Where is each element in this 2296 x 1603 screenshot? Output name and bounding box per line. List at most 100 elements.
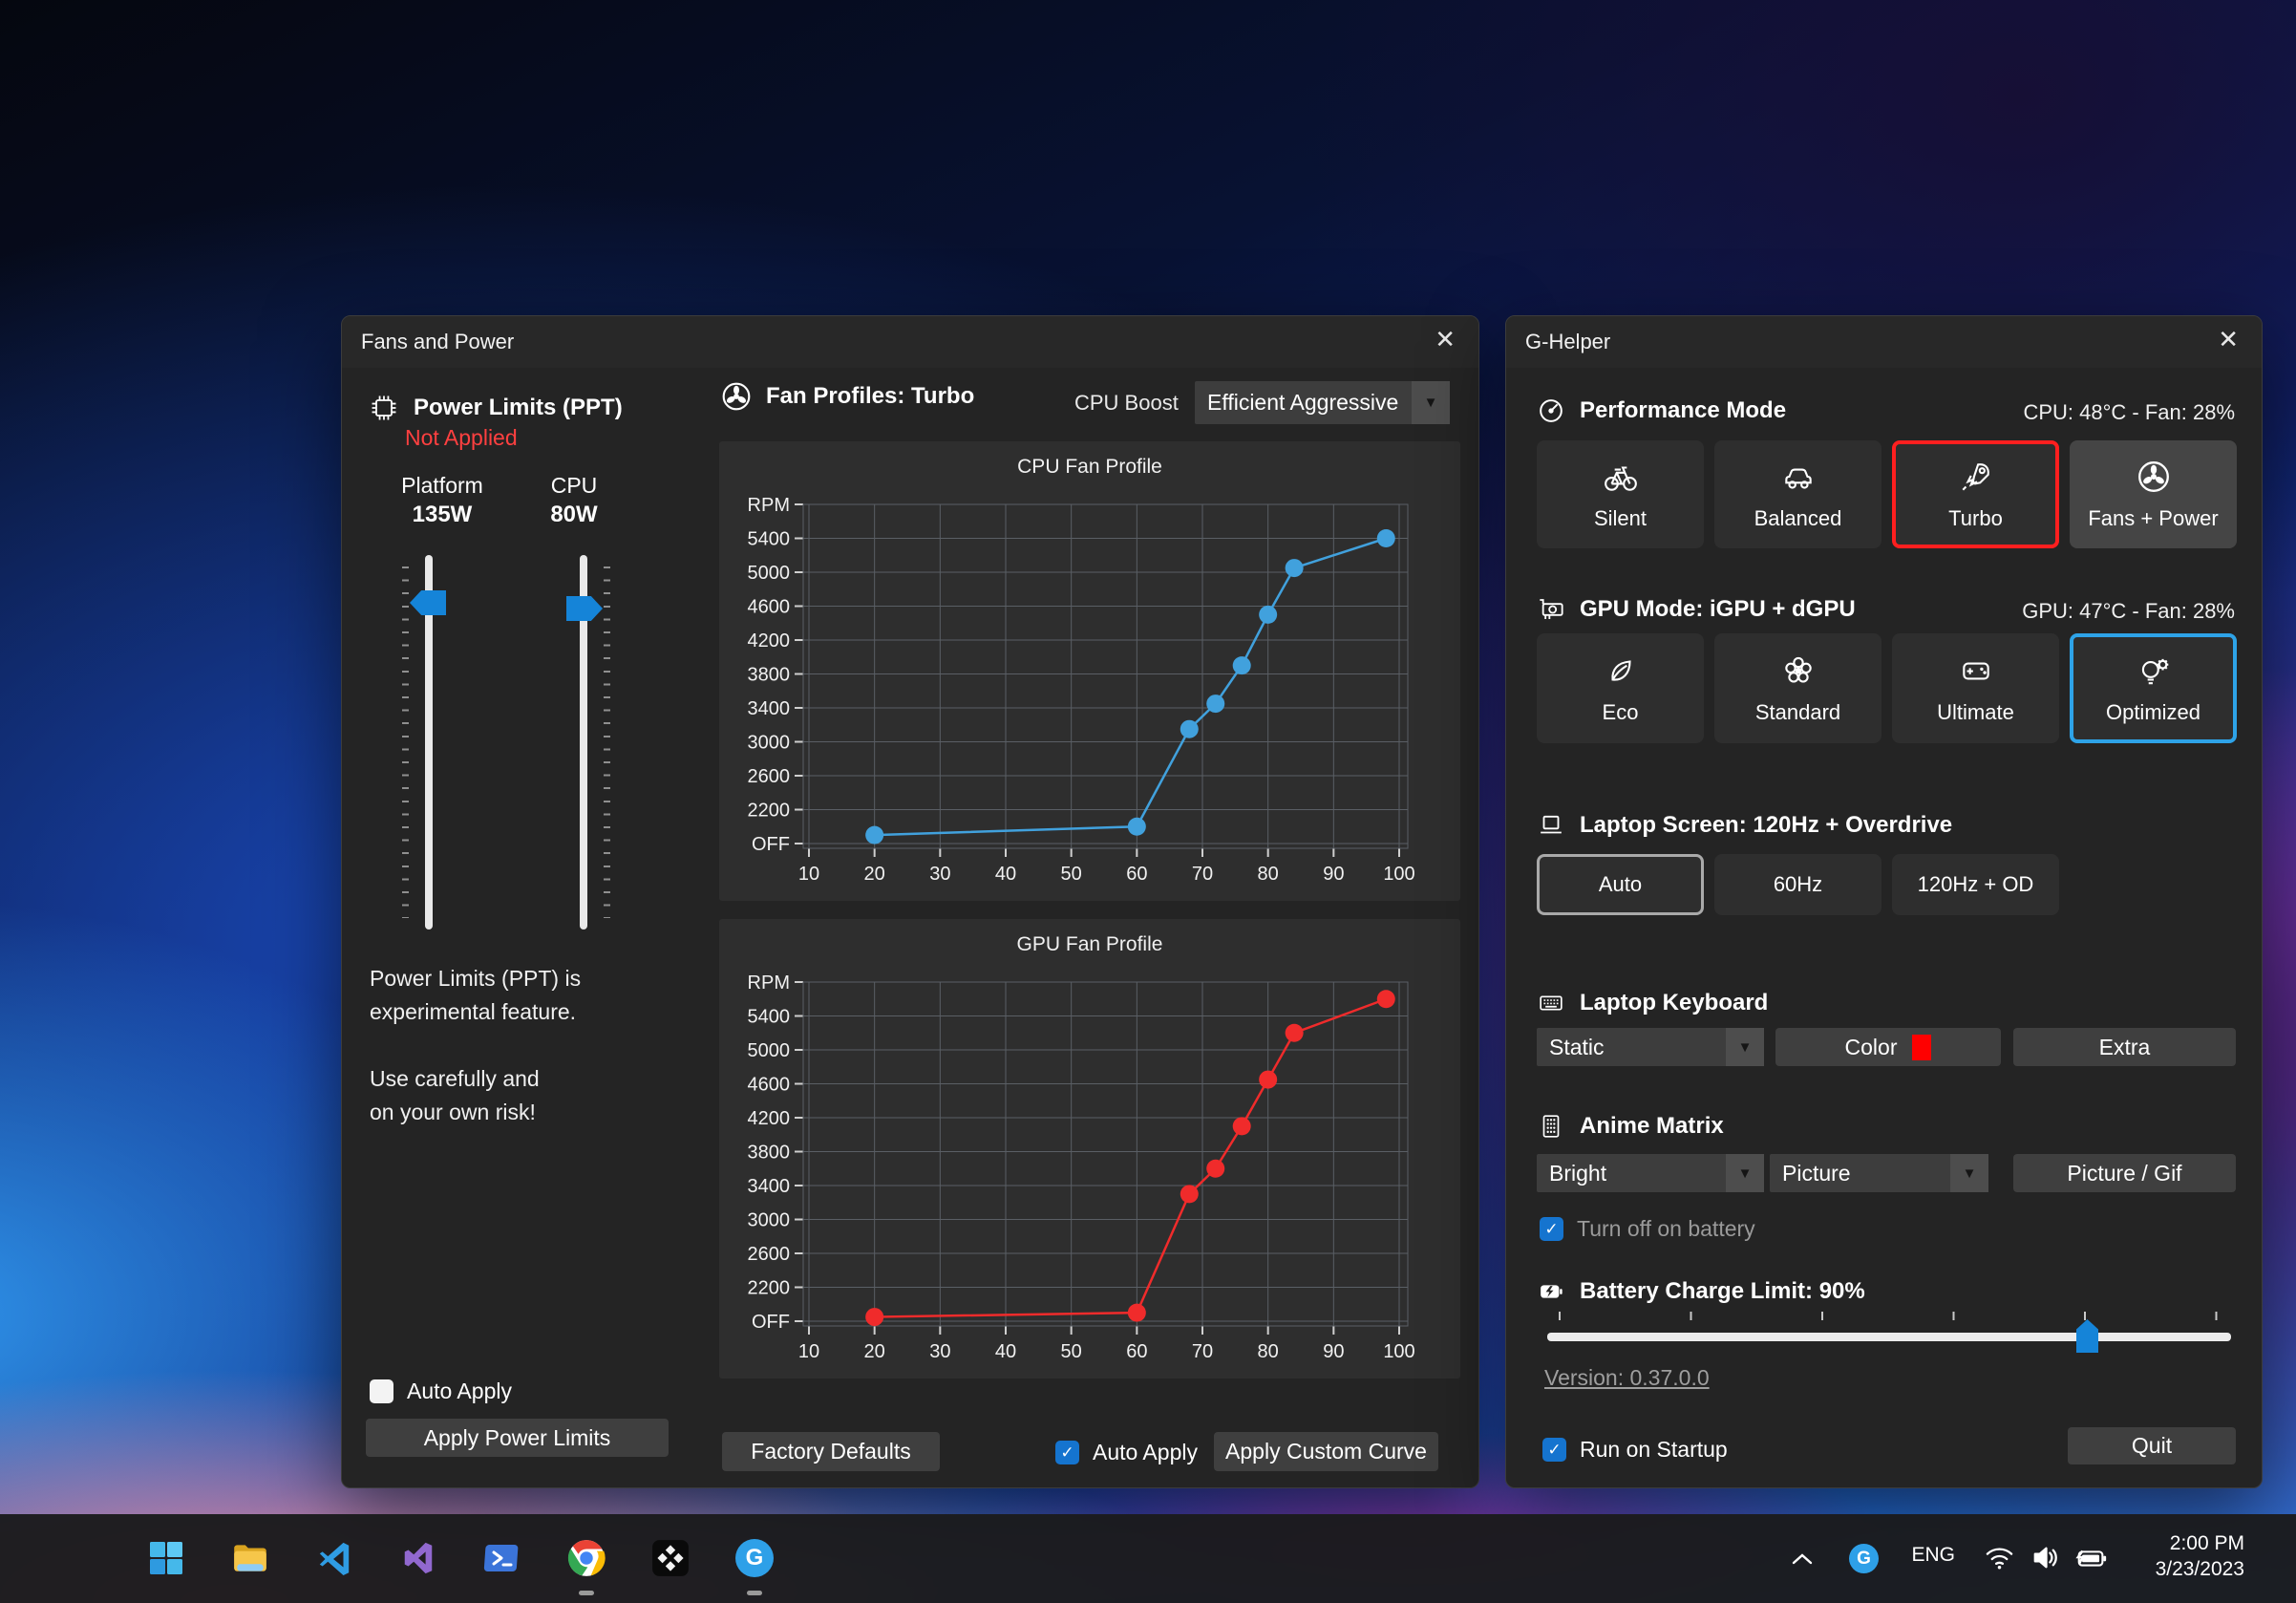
- gpu-label: Standard: [1755, 700, 1840, 725]
- matrix-running-dropdown[interactable]: Picture ▼: [1770, 1154, 1988, 1192]
- svg-text:OFF: OFF: [752, 1312, 790, 1333]
- close-icon[interactable]: ✕: [1435, 327, 1456, 352]
- power-limits-note: Power Limits (PPT) is experimental featu…: [370, 962, 581, 1129]
- matrix-brightness-value: Bright: [1549, 1161, 1606, 1186]
- language-indicator[interactable]: ENG: [1911, 1544, 1955, 1567]
- keyboard-color-button[interactable]: Color: [1775, 1028, 2001, 1066]
- svg-text:OFF: OFF: [752, 834, 790, 855]
- tray-chevron-up-icon[interactable]: [1786, 1543, 1818, 1575]
- chevron-down-icon[interactable]: ▼: [1950, 1154, 1988, 1192]
- power-limits-title: Power Limits (PPT): [414, 395, 623, 421]
- tidal-icon: [650, 1538, 691, 1578]
- platform-label: Platform: [380, 473, 504, 499]
- close-icon[interactable]: ✕: [2218, 327, 2239, 352]
- file-explorer-button[interactable]: [229, 1537, 271, 1579]
- chevron-down-icon[interactable]: ▼: [1412, 381, 1450, 424]
- anime-matrix-title: Anime Matrix: [1580, 1113, 1724, 1140]
- terminal-button[interactable]: [481, 1537, 523, 1579]
- volume-icon[interactable]: [2030, 1542, 2061, 1573]
- quit-button[interactable]: Quit: [2068, 1427, 2236, 1464]
- mode-button-fans-power[interactable]: Fans + Power: [2070, 440, 2237, 548]
- screen-button-120hz-od[interactable]: 120Hz + OD: [1892, 854, 2059, 915]
- fan-profiles-heading: Fan Profiles: Turbo: [721, 381, 974, 412]
- gpu-button-optimized[interactable]: Optimized: [2070, 633, 2237, 743]
- wifi-icon[interactable]: [1984, 1542, 2015, 1573]
- curve-auto-apply-row: Auto Apply: [1055, 1440, 1198, 1465]
- gpu-button-standard[interactable]: Standard: [1714, 633, 1881, 743]
- gpu-button-ultimate[interactable]: Ultimate: [1892, 633, 2059, 743]
- matrix-picture-gif-button[interactable]: Picture / Gif: [2013, 1154, 2236, 1192]
- keyboard-mode-dropdown[interactable]: Static ▼: [1537, 1028, 1764, 1066]
- svg-text:4200: 4200: [748, 1108, 791, 1129]
- cpu-fan-chart[interactable]: CPU Fan ProfileRPM5400500046004200380034…: [719, 441, 1460, 901]
- curve-auto-apply-label: Auto Apply: [1093, 1440, 1198, 1465]
- gpu-mode-title: GPU Mode: iGPU + dGPU: [1580, 596, 1856, 623]
- mode-button-silent[interactable]: Silent: [1537, 440, 1704, 548]
- platform-slider-ticks: [402, 566, 409, 918]
- curve-auto-apply-checkbox[interactable]: [1055, 1441, 1079, 1464]
- mode-button-turbo[interactable]: Turbo: [1892, 440, 2059, 548]
- chevron-down-icon[interactable]: ▼: [1726, 1028, 1764, 1066]
- g-helper-window: G-Helper ✕ Performance Mode CPU: 48°C - …: [1505, 315, 2263, 1488]
- performance-mode-title: Performance Mode: [1580, 397, 1786, 424]
- apply-custom-curve-button[interactable]: Apply Custom Curve: [1214, 1432, 1438, 1471]
- keyboard-extra-button[interactable]: Extra: [2013, 1028, 2236, 1066]
- leaf-icon: [1603, 652, 1639, 689]
- anime-matrix-heading: Anime Matrix: [1537, 1112, 1724, 1141]
- gpu-fan-chart[interactable]: GPU Fan ProfileRPM5400500046004200380034…: [719, 919, 1460, 1379]
- platform-slider-handle[interactable]: [410, 590, 446, 615]
- cpu-slider-handle[interactable]: [566, 596, 603, 621]
- svg-text:4600: 4600: [748, 1075, 791, 1096]
- screen-button-auto[interactable]: Auto: [1537, 854, 1704, 915]
- note-line: experimental feature.: [370, 995, 581, 1029]
- screen-button-60hz[interactable]: 60Hz: [1714, 854, 1881, 915]
- running-indicator-chrome: [579, 1591, 594, 1595]
- g-helper-taskbar-button[interactable]: G: [733, 1537, 776, 1579]
- battery-slider-track[interactable]: [1547, 1333, 2231, 1341]
- vs-code-button[interactable]: [313, 1537, 355, 1579]
- svg-text:5400: 5400: [748, 529, 791, 550]
- tray-g-helper-icon[interactable]: G: [1849, 1544, 1879, 1573]
- matrix-brightness-dropdown[interactable]: Bright ▼: [1537, 1154, 1764, 1192]
- chrome-button[interactable]: [565, 1537, 607, 1579]
- apply-power-limits-button[interactable]: Apply Power Limits: [366, 1419, 669, 1457]
- battery-slider-handle[interactable]: [2076, 1319, 2098, 1353]
- svg-text:3800: 3800: [748, 1143, 791, 1164]
- clock[interactable]: 2:00 PM 3/23/2023: [2156, 1530, 2244, 1582]
- tidal-button[interactable]: [649, 1537, 691, 1579]
- fan-icon: [2136, 459, 2172, 495]
- start-button[interactable]: [145, 1537, 187, 1579]
- turn-off-on-battery-checkbox[interactable]: [1540, 1217, 1563, 1241]
- svg-text:50: 50: [1061, 864, 1082, 885]
- version-link[interactable]: Version: 0.37.0.0: [1544, 1365, 1710, 1391]
- ghelper-titlebar: G-Helper ✕: [1506, 316, 2262, 368]
- run-on-startup-label: Run on Startup: [1580, 1437, 1728, 1463]
- mode-button-balanced[interactable]: Balanced: [1714, 440, 1881, 548]
- taskbar-apps: G: [145, 1537, 776, 1579]
- mode-label: Silent: [1594, 506, 1647, 531]
- power-auto-apply-checkbox[interactable]: [370, 1379, 393, 1403]
- cpu-boost-dropdown[interactable]: Efficient Aggressive ▼: [1195, 381, 1450, 424]
- svg-text:5000: 5000: [748, 563, 791, 584]
- fan-icon: [721, 381, 752, 412]
- gpu-card-icon: [1537, 595, 1565, 624]
- battery-tray-icon[interactable]: [2074, 1543, 2109, 1573]
- run-on-startup-checkbox[interactable]: [1542, 1438, 1566, 1462]
- battery-charge-heading: Battery Charge Limit: 90%: [1537, 1277, 1865, 1306]
- gpu-button-eco[interactable]: Eco: [1537, 633, 1704, 743]
- running-indicator: [747, 1591, 762, 1595]
- svg-text:2200: 2200: [748, 801, 791, 822]
- visual-studio-button[interactable]: [397, 1537, 439, 1579]
- chevron-down-icon[interactable]: ▼: [1726, 1154, 1764, 1192]
- factory-defaults-button[interactable]: Factory Defaults: [722, 1432, 940, 1471]
- visual-studio-icon: [400, 1540, 436, 1576]
- windows-logo-icon: [147, 1539, 185, 1577]
- gpu-mode-heading: GPU Mode: iGPU + dGPU: [1537, 595, 1856, 624]
- tray-date: 3/23/2023: [2156, 1556, 2244, 1582]
- svg-text:3000: 3000: [748, 733, 791, 754]
- svg-text:20: 20: [864, 864, 885, 885]
- keyboard-mode-value: Static: [1549, 1035, 1605, 1060]
- svg-text:3800: 3800: [748, 665, 791, 686]
- svg-text:RPM: RPM: [748, 972, 790, 994]
- cpu-boost-value: Efficient Aggressive: [1207, 390, 1398, 416]
